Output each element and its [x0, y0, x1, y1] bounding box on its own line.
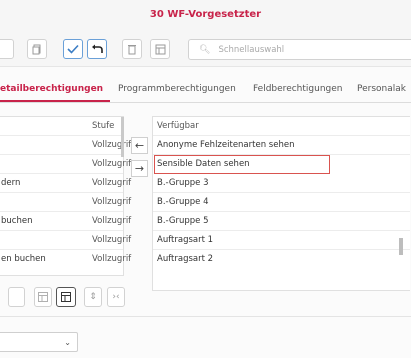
table-header: Stufe [0, 117, 123, 136]
undo-button[interactable] [87, 39, 107, 59]
sort-button[interactable]: ⇕ [84, 287, 102, 307]
table-row[interactable]: Vollzugrif [0, 193, 131, 212]
table-icon [38, 292, 48, 302]
delete-icon [128, 44, 136, 54]
row-name: buchen [1, 216, 33, 226]
row-stufe: Vollzugrif [92, 216, 132, 226]
table-scrollbar[interactable] [121, 117, 124, 157]
tab-personalakte[interactable]: Personalak [357, 84, 406, 94]
list-scrollbar[interactable] [399, 238, 403, 255]
table-view-button[interactable] [34, 287, 52, 307]
row-name: en buchen [1, 254, 46, 264]
table-edit-button[interactable] [56, 287, 76, 307]
tab-programmberechtigungen[interactable]: Programmberechtigungen [118, 84, 236, 94]
assigned-permissions-table: Stufe Vollzugrif Vollzugrif dern Vollzug… [0, 116, 131, 276]
divider [0, 316, 411, 317]
list-item-label: Auftragsart 2 [157, 254, 214, 264]
delete-button[interactable] [122, 39, 142, 59]
grid-button[interactable] [150, 39, 170, 59]
row-stufe: Vollzugrif [92, 178, 132, 188]
move-right-button[interactable]: → [131, 160, 148, 177]
list-item[interactable]: B.-Gruppe 5 [153, 212, 410, 231]
dropdown-select[interactable]: ⌄ [0, 332, 78, 352]
copy-button[interactable] [27, 39, 47, 59]
list-item-label: B.-Gruppe 5 [157, 216, 209, 226]
list-item-label: Anonyme Fehlzeitenarten sehen [157, 140, 295, 150]
table-row[interactable]: Vollzugrif [0, 155, 131, 174]
list-header-label: Verfügbar [157, 121, 199, 131]
list-item-label: B.-Gruppe 4 [157, 197, 209, 207]
list-item[interactable]: Anonyme Fehlzeitenarten sehen [153, 136, 410, 155]
list-item[interactable]: Auftragsart 1 [153, 231, 410, 250]
expand-button[interactable]: ›‹ [107, 287, 125, 307]
search-input[interactable]: 🔍︎ Schnellauswahl [188, 39, 411, 60]
expand-icon: ›‹ [112, 292, 120, 302]
list-item[interactable]: B.-Gruppe 3 [153, 174, 410, 193]
list-item-label: Auftragsart 1 [157, 235, 214, 245]
table-row[interactable]: buchen Vollzugrif [0, 212, 131, 231]
sort-icon: ⇕ [89, 292, 97, 302]
table-row[interactable]: Vollzugrif [0, 231, 131, 250]
list-item-label: Sensible Daten sehen [157, 159, 250, 169]
tab-bar: etailberechtigungen Programmberechtigung… [0, 78, 411, 103]
row-stufe: Vollzugrif [92, 254, 132, 264]
row-name: dern [1, 178, 21, 188]
check-icon [67, 44, 79, 54]
table-row[interactable]: dern Vollzugrif [0, 174, 131, 193]
undo-icon [92, 44, 103, 53]
tab-feldberechtigungen[interactable]: Feldberechtigungen [253, 84, 342, 94]
table-row[interactable]: Vollzugrif [0, 136, 131, 155]
move-left-button[interactable]: ← [131, 137, 148, 154]
title-bar: 30 WF-Vorgesetzter [0, 0, 411, 32]
table-action-button[interactable] [8, 287, 25, 307]
list-header: Verfügbar [153, 117, 410, 136]
toolbar-button-left-partial[interactable] [0, 39, 14, 59]
column-header-stufe: Stufe [92, 121, 115, 131]
confirm-button[interactable] [63, 39, 83, 59]
tab-detailberechtigungen[interactable]: etailberechtigungen [0, 84, 103, 94]
available-permissions-list: Verfügbar Anonyme Fehlzeitenarten sehen … [152, 116, 410, 291]
grid-icon [155, 44, 165, 54]
list-item[interactable]: Auftragsart 2 [153, 250, 410, 269]
arrow-left-icon: ← [134, 139, 145, 152]
table-edit-icon [61, 292, 71, 302]
active-tab-indicator [0, 100, 110, 102]
list-item[interactable]: B.-Gruppe 4 [153, 193, 410, 212]
search-placeholder: Schnellauswahl [218, 44, 285, 55]
row-stufe: Vollzugrif [92, 159, 132, 169]
copy-icon [32, 44, 41, 54]
row-stufe: Vollzugrif [92, 197, 132, 207]
window-title: 30 WF-Vorgesetzter [149, 9, 262, 20]
list-item-label: B.-Gruppe 3 [157, 178, 209, 188]
list-item-selected[interactable]: Sensible Daten sehen [154, 155, 330, 174]
table-row[interactable]: en buchen Vollzugrif [0, 250, 131, 269]
row-stufe: Vollzugrif [92, 140, 132, 150]
toolbar: 🔍︎ Schnellauswahl [0, 32, 411, 67]
arrow-right-icon: → [134, 162, 145, 175]
search-icon: 🔍︎ [199, 44, 211, 55]
chevron-down-icon: ⌄ [64, 337, 71, 347]
row-stufe: Vollzugrif [92, 235, 132, 245]
